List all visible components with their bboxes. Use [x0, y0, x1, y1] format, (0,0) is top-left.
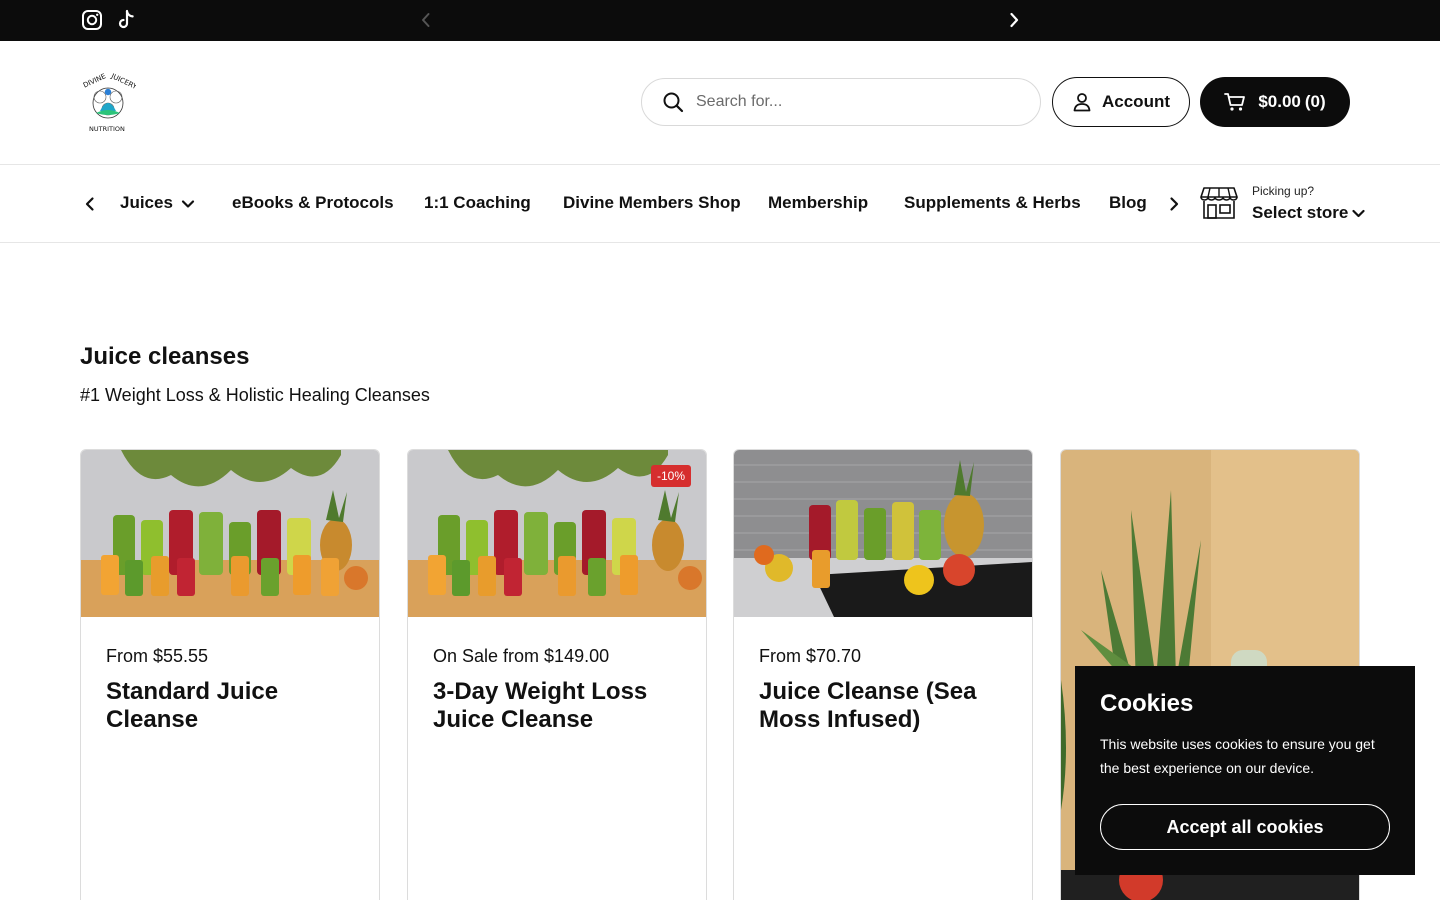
nav-item-ebooks[interactable]: eBooks & Protocols — [232, 193, 394, 213]
site-header: DIVINE JUICERY NUTRITION Account $0.00(0… — [0, 41, 1440, 165]
picking-up-label: Picking up? — [1252, 184, 1315, 198]
cookie-title: Cookies — [1100, 690, 1194, 717]
product-card[interactable]: From $70.70 Juice Cleanse (Sea Moss Infu… — [733, 449, 1033, 900]
cookie-banner: Cookies This website uses cookies to ens… — [1075, 666, 1415, 875]
nav-item-blog[interactable]: Blog — [1109, 193, 1147, 213]
collection-subtitle: #1 Weight Loss & Holistic Healing Cleans… — [80, 385, 430, 405]
accept-cookies-button[interactable]: Accept all cookies — [1100, 804, 1390, 850]
cart-total: $0.00 — [1258, 92, 1301, 111]
nav-item-supplements[interactable]: Supplements & Herbs — [904, 193, 1081, 213]
store-selector[interactable]: Picking up? Select store — [1200, 183, 1370, 227]
cart-button[interactable]: $0.00 (0) — [1200, 77, 1350, 127]
chevron-down-icon — [181, 199, 195, 208]
account-label: Account — [1102, 92, 1170, 111]
product-price: On Sale from $149.00 — [433, 646, 610, 666]
search-input[interactable] — [696, 93, 996, 111]
search-icon — [663, 92, 684, 113]
product-image[interactable] — [81, 450, 379, 617]
sale-badge: -10% — [651, 465, 692, 487]
instagram-icon[interactable] — [81, 9, 103, 31]
tiktok-icon[interactable] — [115, 9, 137, 31]
product-price: From $55.55 — [106, 646, 209, 666]
user-icon — [1073, 93, 1091, 112]
product-price: From $70.70 — [759, 646, 862, 666]
site-logo[interactable]: DIVINE JUICERY NUTRITION — [80, 71, 139, 135]
cart-count: (0) — [1304, 92, 1326, 111]
product-card[interactable]: From $55.55 Standard Juice Cleanse — [80, 449, 380, 900]
product-image[interactable] — [734, 450, 1032, 617]
nav-item-membership[interactable]: Membership — [768, 193, 868, 213]
cookie-text: This website uses cookies to ensure you … — [1100, 736, 1375, 776]
chevron-down-icon — [1352, 209, 1365, 218]
chevron-left-icon[interactable] — [416, 10, 436, 30]
search-bar[interactable] — [641, 78, 1041, 126]
nav-item-juices[interactable]: Juices — [120, 193, 195, 213]
nav-item-label: Juices — [120, 193, 173, 212]
store-icon — [1200, 187, 1238, 219]
product-card[interactable]: -10% On Sale from $149.00 3-Day Weight L… — [407, 449, 707, 900]
main-navigation: Juices eBooks & Protocols 1:1 Coaching D… — [0, 165, 1440, 243]
nav-item-members-shop[interactable]: Divine Members Shop — [563, 193, 741, 213]
select-store-label[interactable]: Select store — [1252, 203, 1365, 223]
announcement-bar — [0, 0, 1440, 41]
account-button[interactable]: Account — [1052, 77, 1190, 127]
svg-text:DIVINE: DIVINE — [82, 72, 107, 89]
product-title[interactable]: 3-Day Weight Loss Juice Cleanse — [433, 678, 683, 734]
svg-text:JUICERY: JUICERY — [109, 72, 136, 91]
product-title[interactable]: Juice Cleanse (Sea Moss Infused) — [759, 678, 1009, 734]
collection-title: Juice cleanses — [80, 343, 250, 370]
product-title[interactable]: Standard Juice Cleanse — [106, 678, 356, 734]
nav-scroll-right-icon[interactable] — [1164, 194, 1184, 214]
nav-scroll-left-icon[interactable] — [80, 194, 100, 214]
nav-item-coaching[interactable]: 1:1 Coaching — [424, 193, 531, 213]
chevron-right-icon[interactable] — [1004, 10, 1024, 30]
svg-text:NUTRITION: NUTRITION — [89, 125, 125, 133]
cart-icon — [1224, 93, 1246, 111]
